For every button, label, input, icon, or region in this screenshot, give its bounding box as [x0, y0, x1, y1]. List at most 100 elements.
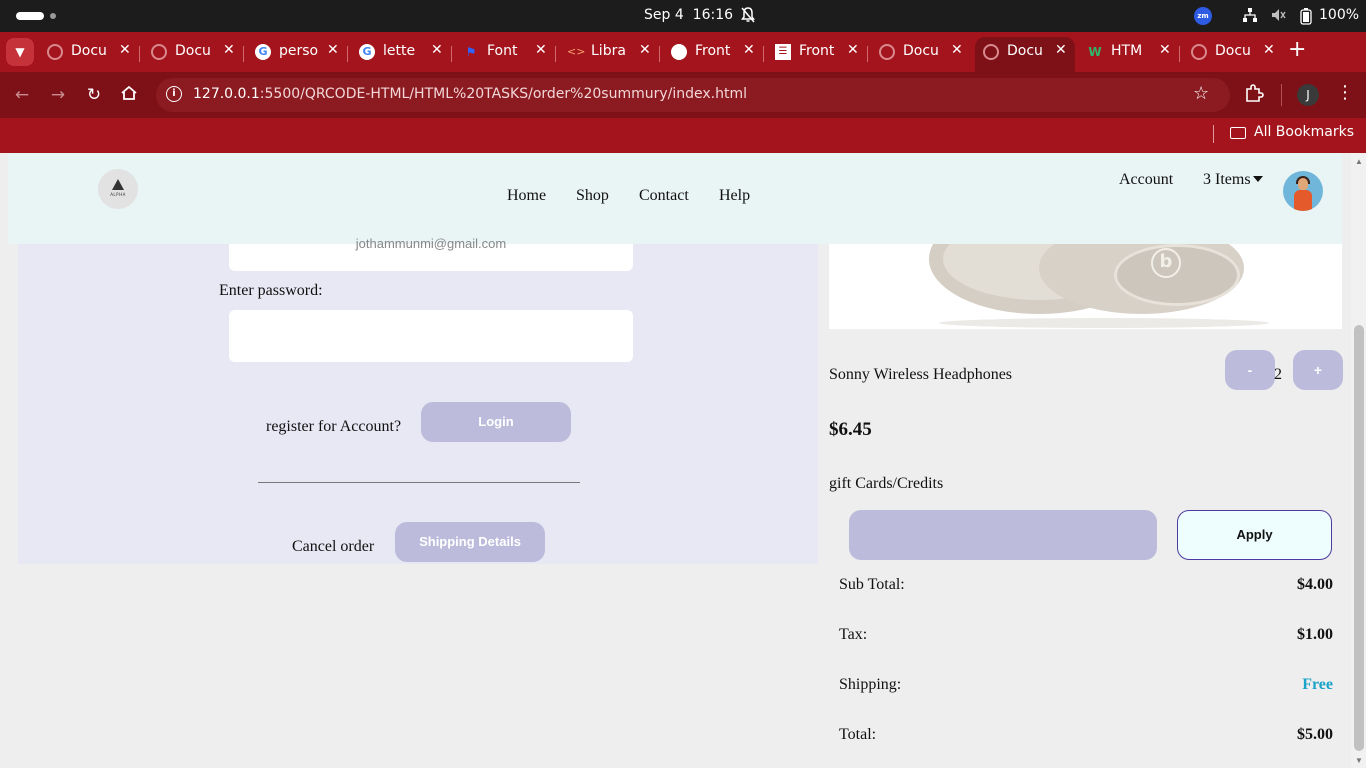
zoom-tray-icon[interactable]: zm: [1194, 7, 1212, 25]
register-link[interactable]: register for Account?: [266, 418, 401, 436]
scroll-up-arrow-icon[interactable]: ▲: [1355, 157, 1363, 166]
password-input[interactable]: [229, 310, 633, 362]
frontend-mentor-icon: [671, 44, 687, 60]
page-viewport: ALPHA Home Shop Contact Help Account 3 I…: [0, 153, 1366, 768]
browser-tab[interactable]: Front ✕: [663, 37, 763, 67]
back-button[interactable]: ←: [11, 84, 33, 106]
browser-menu-icon[interactable]: ⋮: [1336, 82, 1354, 103]
tab-close-icon[interactable]: ✕: [223, 42, 235, 58]
browser-tab[interactable]: Docu ✕: [39, 37, 139, 67]
battery-icon[interactable]: [1299, 7, 1313, 29]
nav-link-account[interactable]: Account: [1119, 171, 1173, 189]
tab-close-icon[interactable]: ✕: [327, 42, 339, 58]
folder-icon[interactable]: [1230, 127, 1246, 139]
browser-tab[interactable]: ☰ Front ✕: [767, 37, 867, 67]
tab-search-button[interactable]: ▼: [6, 38, 34, 66]
quantity-value: 2: [1274, 366, 1282, 383]
workspace-dot[interactable]: [50, 13, 56, 19]
tab-close-icon[interactable]: ✕: [1055, 42, 1067, 58]
browser-tab[interactable]: ⚑ Font ✕: [455, 37, 555, 67]
tab-close-icon[interactable]: ✕: [1159, 42, 1171, 58]
google-icon: G: [255, 44, 271, 60]
tab-close-icon[interactable]: ✕: [743, 42, 755, 58]
workspace-indicator[interactable]: [16, 12, 44, 20]
shipping-value: Free: [1302, 676, 1333, 693]
tab-separator: [763, 46, 764, 62]
tab-separator: [867, 46, 868, 62]
tab-close-icon[interactable]: ✕: [535, 42, 547, 58]
headphones-shadow: [939, 318, 1269, 328]
tax-label: Tax:: [839, 626, 868, 643]
os-top-bar: Sep 4 16:16 zm 100%: [0, 0, 1366, 32]
bookmark-star-icon[interactable]: ☆: [1193, 83, 1209, 104]
document-icon: ☰: [775, 44, 791, 60]
tab-close-icon[interactable]: ✕: [847, 42, 859, 58]
quantity-increase-button[interactable]: +: [1293, 350, 1343, 390]
globe-icon: [1191, 44, 1207, 60]
nav-link-help[interactable]: Help: [719, 187, 750, 205]
notifications-muted-icon[interactable]: [740, 6, 756, 28]
site-navbar: ALPHA Home Shop Contact Help Account 3 I…: [8, 153, 1342, 244]
apply-button[interactable]: Apply: [1177, 510, 1332, 560]
browser-tab[interactable]: <> Libra ✕: [559, 37, 659, 67]
tab-close-icon[interactable]: ✕: [119, 42, 131, 58]
caret-down-icon: [1252, 176, 1263, 182]
globe-icon: [879, 44, 895, 60]
tab-separator: [555, 46, 556, 62]
beats-logo-icon: b: [1151, 248, 1181, 278]
tab-title: Docu: [1215, 43, 1251, 59]
nav-link-home[interactable]: Home: [507, 187, 546, 205]
login-button[interactable]: Login: [421, 402, 571, 442]
browser-tab[interactable]: Docu ✕: [143, 37, 243, 67]
browser-tab[interactable]: Docu ✕: [975, 37, 1075, 72]
tab-title: Docu: [175, 43, 211, 59]
volume-muted-icon[interactable]: [1270, 7, 1286, 27]
tab-title: HTM: [1111, 43, 1143, 59]
total-label: Total:: [839, 726, 877, 743]
form-divider: [258, 482, 580, 483]
tab-close-icon[interactable]: ✕: [431, 42, 443, 58]
quantity-decrease-button[interactable]: -: [1225, 350, 1275, 390]
browser-tab[interactable]: Docu ✕: [871, 37, 971, 67]
browser-tab[interactable]: Gperso ✕: [247, 37, 347, 67]
home-button[interactable]: [118, 84, 140, 106]
address-bar[interactable]: i 127.0.0.1:5500/QRCODE-HTML/HTML%20TASK…: [156, 78, 1230, 112]
site-logo[interactable]: ALPHA: [98, 169, 138, 209]
url-text[interactable]: 127.0.0.1:5500/QRCODE-HTML/HTML%20TASKS/…: [193, 86, 747, 102]
nav-link-contact[interactable]: Contact: [639, 187, 689, 205]
subtotal-label: Sub Total:: [839, 576, 905, 593]
extensions-icon[interactable]: [1244, 83, 1264, 108]
scroll-down-arrow-icon[interactable]: ▼: [1355, 756, 1363, 765]
browser-tab[interactable]: W HTM ✕: [1079, 37, 1179, 67]
browser-tab[interactable]: Docu ✕: [1183, 37, 1283, 67]
email-value: jothammunmi@gmail.com: [355, 236, 507, 251]
tab-title: Libra: [591, 43, 626, 59]
shipping-label: Shipping:: [839, 676, 902, 693]
user-avatar[interactable]: [1283, 171, 1323, 211]
email-field[interactable]: jothammunmi@gmail.com: [229, 236, 633, 271]
cancel-order-link[interactable]: Cancel order: [292, 538, 374, 556]
clock[interactable]: Sep 4 16:16: [644, 7, 733, 23]
tab-close-icon[interactable]: ✕: [951, 42, 963, 58]
all-bookmarks-link[interactable]: All Bookmarks: [1254, 124, 1354, 140]
scrollbar-thumb[interactable]: [1354, 325, 1364, 751]
account-form-panel: jothammunmi@gmail.com Enter password: re…: [18, 236, 818, 564]
browser-tab[interactable]: Glette ✕: [351, 37, 451, 67]
tab-separator: [139, 46, 140, 62]
nav-link-shop[interactable]: Shop: [576, 187, 609, 205]
tab-title: perso: [279, 43, 319, 59]
new-tab-button[interactable]: +: [1288, 37, 1306, 62]
globe-icon: [47, 44, 63, 60]
cart-items-dropdown[interactable]: 3 Items: [1203, 171, 1263, 189]
shipping-details-button[interactable]: Shipping Details: [395, 522, 545, 562]
tab-close-icon[interactable]: ✕: [639, 42, 651, 58]
reload-button[interactable]: ↻: [83, 84, 105, 106]
gift-card-input[interactable]: [849, 510, 1157, 560]
network-icon[interactable]: [1242, 7, 1258, 27]
forward-button[interactable]: →: [47, 84, 69, 106]
tab-close-icon[interactable]: ✕: [1263, 42, 1275, 58]
site-info-icon[interactable]: i: [166, 86, 182, 102]
tab-separator: [347, 46, 348, 62]
profile-avatar[interactable]: J: [1297, 84, 1319, 106]
logo-text: ALPHA: [110, 192, 126, 197]
